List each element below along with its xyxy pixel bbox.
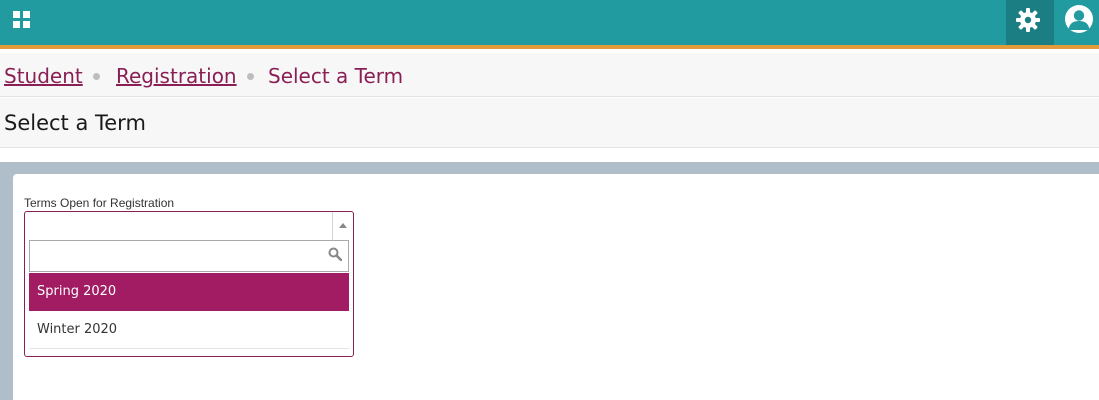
user-menu-button[interactable] — [1065, 5, 1093, 33]
breadcrumb-student-link[interactable]: Student — [4, 64, 83, 88]
page-title-bar: Select a Term — [0, 98, 1099, 148]
page-title: Select a Term — [4, 111, 146, 135]
content-frame: Terms Open for Registration Spring 2020 … — [0, 162, 1099, 400]
term-search-input[interactable] — [29, 240, 349, 272]
user-avatar-icon — [1068, 10, 1090, 30]
grid-icon[interactable] — [13, 11, 30, 28]
search-icon — [328, 247, 342, 261]
breadcrumb: Student Registration Select a Term — [0, 53, 1099, 97]
chevron-up-icon[interactable] — [332, 212, 353, 240]
settings-button[interactable] — [1006, 0, 1054, 45]
term-select-dropdown[interactable]: Spring 2020 Winter 2020 — [24, 211, 354, 357]
breadcrumb-registration-link[interactable]: Registration — [116, 64, 237, 88]
term-option-winter-2020[interactable]: Winter 2020 — [29, 311, 349, 349]
gear-icon — [1016, 8, 1040, 32]
breadcrumb-separator — [247, 73, 254, 80]
term-select-value[interactable] — [25, 212, 331, 240]
term-selection-panel: Terms Open for Registration Spring 2020 … — [13, 174, 1099, 400]
breadcrumb-separator — [93, 73, 100, 80]
breadcrumb-current: Select a Term — [268, 64, 404, 88]
term-select-label: Terms Open for Registration — [24, 196, 175, 210]
term-option-spring-2020[interactable]: Spring 2020 — [29, 273, 349, 311]
app-header — [0, 0, 1099, 49]
